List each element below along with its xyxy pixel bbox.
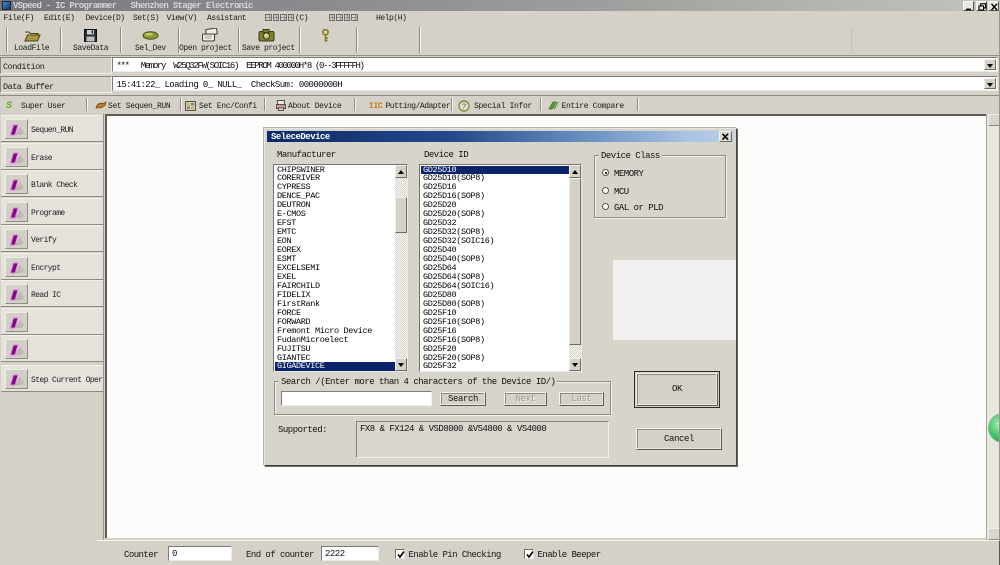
- svg-text:?: ?: [462, 102, 467, 111]
